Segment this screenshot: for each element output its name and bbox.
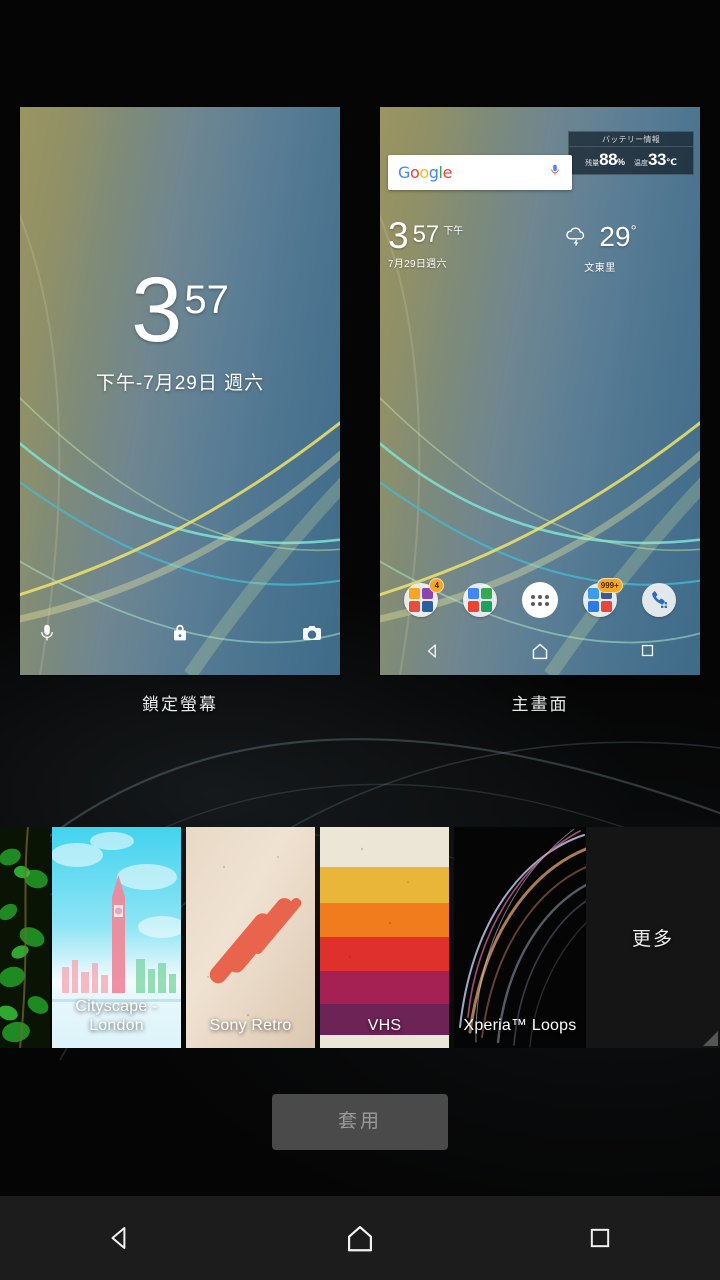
lock-screen-caption: 鎖定螢幕 xyxy=(142,695,218,714)
folder-preview xyxy=(409,588,434,612)
thumbnail-leaves[interactable] xyxy=(0,827,50,1048)
resize-corner-icon xyxy=(703,1031,718,1046)
thumbnail-vhs[interactable]: VHS xyxy=(320,827,449,1048)
lock-shortcut-bar xyxy=(20,621,340,661)
camera-icon[interactable] xyxy=(300,621,324,650)
nav-home-button[interactable] xyxy=(240,1223,480,1253)
lock-screen-preview[interactable]: 3 57 下午-7月29日 週六 xyxy=(20,107,340,675)
app-drawer-icon xyxy=(530,594,549,606)
home-weather-widget[interactable]: 29° 文東里 xyxy=(540,221,660,274)
battery-widget-title: バッテリー情報 xyxy=(569,132,693,147)
thumbnail-label: VHS xyxy=(367,1017,402,1035)
vhs-thumb-art xyxy=(320,827,449,1048)
folder-preview xyxy=(468,588,493,612)
home-screen-caption: 主畫面 xyxy=(511,695,569,714)
home-icon[interactable] xyxy=(530,642,550,665)
nav-recents-button[interactable] xyxy=(480,1224,720,1252)
thumbnail-label: Sony Retro xyxy=(209,1017,292,1035)
sony-retro-thumb-art xyxy=(186,827,315,1048)
recents-icon xyxy=(590,1228,610,1248)
preview-captions: 鎖定螢幕 主畫面 xyxy=(0,690,720,724)
recents-icon[interactable] xyxy=(639,642,656,664)
battery-temp-value: 33 xyxy=(648,150,666,169)
thumbnail-xperia-loops[interactable]: Xperia™ Loops xyxy=(454,827,586,1048)
more-label: 更多 xyxy=(631,929,674,950)
wallpaper-thumbnail-strip[interactable]: Cityscape - London Sony Retro VHS Xperia… xyxy=(0,827,720,1048)
dock-phone-dialer[interactable] xyxy=(641,583,676,617)
lock-clock: 3 57 下午-7月29日 週六 xyxy=(20,264,340,395)
preview-nav-bar xyxy=(380,631,700,675)
lock-clock-date: 下午-7月29日 週六 xyxy=(95,373,265,395)
back-icon[interactable] xyxy=(424,642,442,665)
rain-cloud-icon xyxy=(563,222,589,253)
leaves-thumb-art xyxy=(0,827,50,1048)
dock-folder-2[interactable] xyxy=(463,583,498,617)
apply-button[interactable]: 套用 xyxy=(272,1094,448,1150)
home-clock-hour: 3 xyxy=(388,215,409,256)
xperia-loops-thumb-art xyxy=(454,827,586,1048)
home-clock-widget[interactable]: 3 57 下午 7月29日週六 xyxy=(388,215,464,271)
notification-badge: 4 xyxy=(429,578,445,593)
thumbnail-sony-retro[interactable]: Sony Retro xyxy=(186,827,315,1048)
battery-temp-label: 温度 xyxy=(634,160,649,167)
google-logo: Google xyxy=(398,163,453,182)
preview-row: 3 57 下午-7月29日 週六 バッテリー情報 残量88% 温度33℃ Goo… xyxy=(0,107,720,675)
lock-clock-hour: 3 xyxy=(131,259,182,361)
lock-icon[interactable] xyxy=(169,621,191,650)
phone-icon xyxy=(651,591,667,608)
battery-remain-value: 88 xyxy=(599,150,618,169)
battery-widget-values: 残量88% 温度33℃ xyxy=(569,147,693,174)
system-navigation-bar xyxy=(0,1196,720,1280)
home-screen-preview[interactable]: バッテリー情報 残量88% 温度33℃ Google 3 57 下午 7月29日… xyxy=(380,107,700,675)
nav-back-button[interactable] xyxy=(0,1223,240,1253)
mic-icon[interactable] xyxy=(548,161,562,184)
battery-temp-unit: ℃ xyxy=(665,157,677,167)
battery-remain-unit: % xyxy=(617,157,626,167)
dock-folder-3[interactable]: 999+ xyxy=(582,578,623,617)
more-wallpapers-button[interactable]: 更多 xyxy=(586,827,720,1048)
thumbnail-label: Cityscape - London xyxy=(75,998,158,1035)
weather-temperature: 29° xyxy=(599,221,637,252)
notification-badge: 999+ xyxy=(596,578,623,593)
thumbnail-cityscape-london[interactable]: Cityscape - London xyxy=(52,827,181,1048)
thumbnail-label: Xperia™ Loops xyxy=(463,1017,577,1035)
lock-clock-minute: 57 xyxy=(184,278,229,322)
battery-info-widget[interactable]: バッテリー情報 残量88% 温度33℃ xyxy=(568,131,694,175)
dock-folder-1[interactable]: 4 xyxy=(404,578,445,617)
home-icon xyxy=(348,1226,372,1252)
mic-icon[interactable] xyxy=(36,621,58,650)
home-clock-date: 7月29日週六 xyxy=(388,259,447,271)
home-clock-ampm: 下午 xyxy=(443,226,464,237)
wallpaper-picker-screen: 3 57 下午-7月29日 週六 バッテリー情報 残量88% 温度33℃ Goo… xyxy=(0,0,720,1280)
back-icon xyxy=(111,1227,126,1249)
google-search-bar[interactable]: Google xyxy=(388,155,572,190)
app-drawer-button[interactable] xyxy=(521,582,558,618)
battery-remain-label: 残量 xyxy=(585,160,600,167)
home-clock-minute: 57 xyxy=(412,221,440,248)
apply-button-container: 套用 xyxy=(0,1094,720,1150)
home-dock: 4 999+ xyxy=(380,577,700,623)
weather-city: 文東里 xyxy=(584,263,616,274)
